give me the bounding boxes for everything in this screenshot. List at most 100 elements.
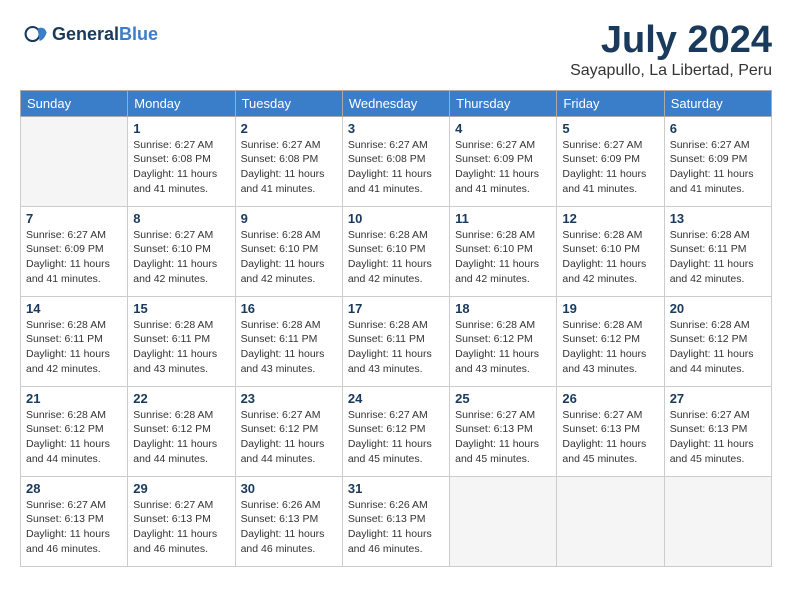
day-number: 6 xyxy=(670,121,766,136)
day-number: 16 xyxy=(241,301,337,316)
calendar-cell: 20 Sunrise: 6:28 AMSunset: 6:12 PMDayligh… xyxy=(664,296,771,386)
day-number: 24 xyxy=(348,391,444,406)
day-info: Sunrise: 6:27 AMSunset: 6:13 PMDaylight:… xyxy=(670,408,766,467)
month-year: July 2024 xyxy=(570,20,772,62)
calendar-cell: 26 Sunrise: 6:27 AMSunset: 6:13 PMDayligh… xyxy=(557,386,664,476)
calendar-cell: 13Sunrise: 6:28 AMSunset: 6:11 PMDayligh… xyxy=(664,206,771,296)
weekday-header-saturday: Saturday xyxy=(664,90,771,116)
day-number: 10 xyxy=(348,211,444,226)
day-info: Sunrise: 6:28 AMSunset: 6:12 PMDaylight:… xyxy=(455,318,551,377)
day-number: 7 xyxy=(26,211,122,226)
title-area: July 2024 Sayapullo, La Libertad, Peru xyxy=(570,20,772,80)
calendar-cell: 21 Sunrise: 6:28 AMSunset: 6:12 PMDayligh… xyxy=(21,386,128,476)
day-info: Sunrise: 6:27 AMSunset: 6:09 PMDaylight:… xyxy=(562,138,658,197)
calendar-cell: 30 Sunrise: 6:26 AMSunset: 6:13 PMDayligh… xyxy=(235,476,342,566)
calendar-week-row-2: 7 Sunrise: 6:27 AMSunset: 6:09 PMDaylight… xyxy=(21,206,772,296)
day-info: Sunrise: 6:28 AMSunset: 6:10 PMDaylight:… xyxy=(348,228,444,287)
day-info: Sunrise: 6:27 AMSunset: 6:13 PMDaylight:… xyxy=(26,498,122,557)
day-info: Sunrise: 6:28 AMSunset: 6:10 PMDaylight:… xyxy=(455,228,551,287)
calendar-cell xyxy=(557,476,664,566)
calendar-table: SundayMondayTuesdayWednesdayThursdayFrid… xyxy=(20,90,772,567)
day-info: Sunrise: 6:26 AMSunset: 6:13 PMDaylight:… xyxy=(241,498,337,557)
calendar-cell: 10 Sunrise: 6:28 AMSunset: 6:10 PMDayligh… xyxy=(342,206,449,296)
day-info: Sunrise: 6:27 AMSunset: 6:08 PMDaylight:… xyxy=(348,138,444,197)
calendar-cell xyxy=(21,116,128,206)
day-number: 20 xyxy=(670,301,766,316)
calendar-cell: 16 Sunrise: 6:28 AMSunset: 6:11 PMDayligh… xyxy=(235,296,342,386)
weekday-header-thursday: Thursday xyxy=(450,90,557,116)
day-info: Sunrise: 6:27 AMSunset: 6:08 PMDaylight:… xyxy=(241,138,337,197)
day-info: Sunrise: 6:27 AMSunset: 6:13 PMDaylight:… xyxy=(562,408,658,467)
weekday-header-sunday: Sunday xyxy=(21,90,128,116)
calendar-cell: 2 Sunrise: 6:27 AMSunset: 6:08 PMDaylight… xyxy=(235,116,342,206)
calendar-cell: 12Sunrise: 6:28 AMSunset: 6:10 PMDayligh… xyxy=(557,206,664,296)
calendar-cell: 22 Sunrise: 6:28 AMSunset: 6:12 PMDayligh… xyxy=(128,386,235,476)
day-number: 12 xyxy=(562,211,658,226)
calendar-cell: 19Sunrise: 6:28 AMSunset: 6:12 PMDayligh… xyxy=(557,296,664,386)
day-info: Sunrise: 6:28 AMSunset: 6:11 PMDaylight:… xyxy=(133,318,229,377)
day-number: 15 xyxy=(133,301,229,316)
day-info: Sunrise: 6:27 AMSunset: 6:09 PMDaylight:… xyxy=(26,228,122,287)
calendar-cell: 25 Sunrise: 6:27 AMSunset: 6:13 PMDayligh… xyxy=(450,386,557,476)
day-number: 23 xyxy=(241,391,337,406)
day-info: Sunrise: 6:28 AMSunset: 6:12 PMDaylight:… xyxy=(133,408,229,467)
calendar-cell: 8Sunrise: 6:27 AMSunset: 6:10 PMDaylight… xyxy=(128,206,235,296)
calendar-cell: 23 Sunrise: 6:27 AMSunset: 6:12 PMDayligh… xyxy=(235,386,342,476)
calendar-cell: 24 Sunrise: 6:27 AMSunset: 6:12 PMDayligh… xyxy=(342,386,449,476)
day-info: Sunrise: 6:28 AMSunset: 6:11 PMDaylight:… xyxy=(241,318,337,377)
day-number: 2 xyxy=(241,121,337,136)
day-info: Sunrise: 6:28 AMSunset: 6:11 PMDaylight:… xyxy=(348,318,444,377)
day-info: Sunrise: 6:27 AMSunset: 6:08 PMDaylight:… xyxy=(133,138,229,197)
logo: GeneralBlue xyxy=(20,20,158,48)
day-info: Sunrise: 6:27 AMSunset: 6:13 PMDaylight:… xyxy=(455,408,551,467)
logo-general-text: General xyxy=(52,24,119,44)
logo-icon xyxy=(20,20,48,48)
weekday-header-friday: Friday xyxy=(557,90,664,116)
calendar-week-row-3: 14 Sunrise: 6:28 AMSunset: 6:11 PMDayligh… xyxy=(21,296,772,386)
day-info: Sunrise: 6:27 AMSunset: 6:12 PMDaylight:… xyxy=(348,408,444,467)
day-number: 19 xyxy=(562,301,658,316)
day-number: 8 xyxy=(133,211,229,226)
day-number: 22 xyxy=(133,391,229,406)
calendar-cell: 28 Sunrise: 6:27 AMSunset: 6:13 PMDayligh… xyxy=(21,476,128,566)
calendar-cell: 18Sunrise: 6:28 AMSunset: 6:12 PMDayligh… xyxy=(450,296,557,386)
day-info: Sunrise: 6:27 AMSunset: 6:12 PMDaylight:… xyxy=(241,408,337,467)
weekday-header-wednesday: Wednesday xyxy=(342,90,449,116)
calendar-week-row-1: 1Sunrise: 6:27 AMSunset: 6:08 PMDaylight… xyxy=(21,116,772,206)
calendar-cell xyxy=(450,476,557,566)
day-number: 26 xyxy=(562,391,658,406)
day-info: Sunrise: 6:27 AMSunset: 6:13 PMDaylight:… xyxy=(133,498,229,557)
day-info: Sunrise: 6:28 AMSunset: 6:10 PMDaylight:… xyxy=(241,228,337,287)
day-info: Sunrise: 6:28 AMSunset: 6:12 PMDaylight:… xyxy=(670,318,766,377)
day-number: 29 xyxy=(133,481,229,496)
page-header: GeneralBlue July 2024 Sayapullo, La Libe… xyxy=(20,20,772,80)
day-number: 25 xyxy=(455,391,551,406)
day-number: 3 xyxy=(348,121,444,136)
weekday-header-row: SundayMondayTuesdayWednesdayThursdayFrid… xyxy=(21,90,772,116)
calendar-cell: 14 Sunrise: 6:28 AMSunset: 6:11 PMDayligh… xyxy=(21,296,128,386)
day-info: Sunrise: 6:28 AMSunset: 6:11 PMDaylight:… xyxy=(670,228,766,287)
day-number: 11 xyxy=(455,211,551,226)
day-number: 21 xyxy=(26,391,122,406)
calendar-cell: 15 Sunrise: 6:28 AMSunset: 6:11 PMDayligh… xyxy=(128,296,235,386)
day-info: Sunrise: 6:27 AMSunset: 6:09 PMDaylight:… xyxy=(670,138,766,197)
logo-blue-text: Blue xyxy=(119,24,158,44)
calendar-week-row-4: 21 Sunrise: 6:28 AMSunset: 6:12 PMDayligh… xyxy=(21,386,772,476)
weekday-header-monday: Monday xyxy=(128,90,235,116)
calendar-cell: 11 Sunrise: 6:28 AMSunset: 6:10 PMDayligh… xyxy=(450,206,557,296)
day-number: 27 xyxy=(670,391,766,406)
calendar-week-row-5: 28 Sunrise: 6:27 AMSunset: 6:13 PMDayligh… xyxy=(21,476,772,566)
day-info: Sunrise: 6:28 AMSunset: 6:11 PMDaylight:… xyxy=(26,318,122,377)
calendar-cell xyxy=(664,476,771,566)
day-number: 14 xyxy=(26,301,122,316)
day-number: 5 xyxy=(562,121,658,136)
calendar-cell: 3 Sunrise: 6:27 AMSunset: 6:08 PMDaylight… xyxy=(342,116,449,206)
day-info: Sunrise: 6:28 AMSunset: 6:12 PMDaylight:… xyxy=(26,408,122,467)
weekday-header-tuesday: Tuesday xyxy=(235,90,342,116)
calendar-cell: 31Sunrise: 6:26 AMSunset: 6:13 PMDayligh… xyxy=(342,476,449,566)
day-number: 28 xyxy=(26,481,122,496)
day-info: Sunrise: 6:27 AMSunset: 6:09 PMDaylight:… xyxy=(455,138,551,197)
day-number: 30 xyxy=(241,481,337,496)
calendar-cell: 29 Sunrise: 6:27 AMSunset: 6:13 PMDayligh… xyxy=(128,476,235,566)
day-number: 9 xyxy=(241,211,337,226)
